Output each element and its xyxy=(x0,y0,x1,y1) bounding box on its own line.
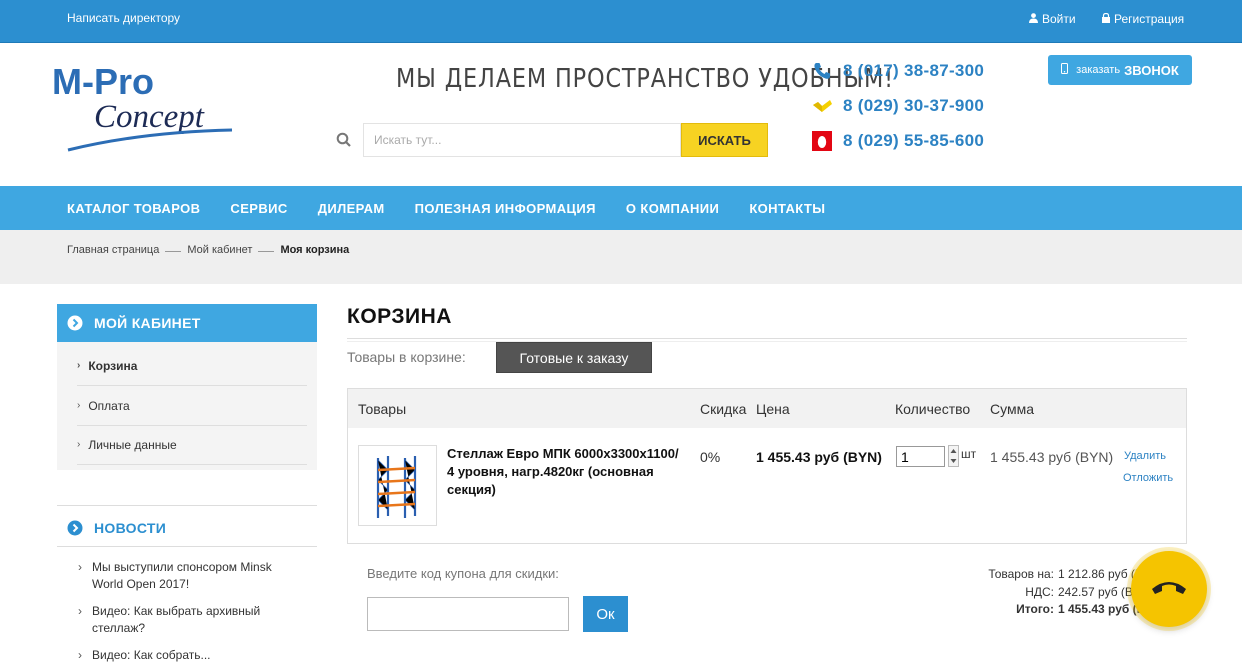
logo-text-top: M-Pro xyxy=(52,61,154,102)
product-sum: 1 455.43 руб (BYN) xyxy=(990,449,1114,465)
login-label: Войти xyxy=(1042,12,1076,26)
chevron-right-icon: › xyxy=(77,400,81,411)
breadcrumb-bar: Главная страница Мой кабинет Моя корзина xyxy=(0,230,1242,284)
search-input[interactable] xyxy=(363,123,681,157)
sidebar-item-label: Оплата xyxy=(88,398,130,413)
lock-icon xyxy=(1102,12,1110,26)
breadcrumb-separator xyxy=(258,250,275,252)
order-call-button[interactable]: заказать ЗВОНОК xyxy=(1048,55,1192,85)
search-icon xyxy=(336,132,352,148)
sidebar-item-payment[interactable]: › Оплата xyxy=(77,386,307,426)
order-call-main: ЗВОНОК xyxy=(1124,62,1179,78)
nav-about[interactable]: О КОМПАНИИ xyxy=(626,201,719,216)
news-item[interactable]: Видео: Как выбрать архивный стеллаж? xyxy=(78,603,292,637)
col-header-items: Товары xyxy=(358,401,407,417)
divider xyxy=(347,341,1187,342)
user-icon xyxy=(1029,13,1038,26)
phone-number-3[interactable]: 8 (029) 55-85-600 xyxy=(843,131,984,151)
circle-arrow-icon xyxy=(67,520,83,536)
postpone-link[interactable]: Отложить xyxy=(1123,472,1173,484)
breadcrumb-home[interactable]: Главная страница xyxy=(67,244,159,256)
col-header-sum: Сумма xyxy=(990,401,1034,417)
phone-row-2: 8 (029) 30-37-900 xyxy=(812,94,984,118)
divider xyxy=(347,338,1187,339)
in-cart-label: Товары в корзине: xyxy=(347,349,466,365)
divider xyxy=(57,505,317,506)
phone-row-1: 8 (017) 38-87-300 xyxy=(812,59,984,83)
product-thumbnail[interactable] xyxy=(358,445,437,526)
nav-dealers[interactable]: ДИЛЕРАМ xyxy=(318,201,385,216)
sidebar-item-cart[interactable]: › Корзина xyxy=(77,346,307,386)
order-call-prefix: заказать xyxy=(1076,64,1121,76)
circle-arrow-icon xyxy=(67,315,83,331)
totals-total-label: Итого: xyxy=(1016,602,1054,616)
product-name-link[interactable]: Стеллаж Евро МПК 6000x3300x1100/ 4 уровн… xyxy=(447,445,687,499)
cart-totals: Товаров на:1 212.86 руб (BYN) НДС:242.57… xyxy=(960,566,1150,619)
phone-number-1[interactable]: 8 (017) 38-87-300 xyxy=(843,61,984,81)
phone-row-3: 8 (029) 55-85-600 xyxy=(812,129,984,153)
write-director-link[interactable]: Написать директору xyxy=(67,11,180,25)
product-discount: 0% xyxy=(700,449,721,465)
coupon-label: Введите код купона для скидки: xyxy=(367,566,559,581)
sidebar-item-label: Корзина xyxy=(88,358,138,373)
col-header-discount: Скидка xyxy=(700,401,747,417)
cart-table: Товары Скидка Цена Количество Сумма Стел… xyxy=(347,388,1187,544)
chevron-right-icon: › xyxy=(77,360,81,371)
phone-hangup-icon xyxy=(1150,577,1188,602)
sidebar-cabinet-title: МОЙ КАБИНЕТ xyxy=(94,315,201,331)
col-header-qty: Количество xyxy=(895,401,971,417)
delete-link[interactable]: Удалить xyxy=(1124,450,1166,462)
main-nav: КАТАЛОГ ТОВАРОВ СЕРВИС ДИЛЕРАМ ПОЛЕЗНАЯ … xyxy=(0,186,1242,230)
cart-table-header: Товары Скидка Цена Количество Сумма xyxy=(348,389,1186,428)
register-label: Регистрация xyxy=(1114,12,1185,26)
news-header: НОВОСТИ xyxy=(57,510,317,547)
breadcrumb-separator xyxy=(165,250,182,252)
site-logo[interactable]: M-Pro Concept xyxy=(52,60,237,155)
coupon-ok-button[interactable]: Ок xyxy=(583,596,628,632)
tab-ready-to-order[interactable]: Готовые к заказу xyxy=(496,342,652,373)
sidebar-cabinet-header: МОЙ КАБИНЕТ xyxy=(57,304,317,342)
sidebar-item-personal[interactable]: › Личные данные xyxy=(77,425,307,465)
breadcrumb: Главная страница Мой кабинет Моя корзина xyxy=(67,244,349,256)
coupon-input[interactable] xyxy=(367,597,569,631)
breadcrumb-cabinet[interactable]: Мой кабинет xyxy=(187,244,252,256)
totals-vat-label: НДС: xyxy=(1025,584,1054,599)
nav-catalog[interactable]: КАТАЛОГ ТОВАРОВ xyxy=(67,201,200,216)
news-item[interactable]: Видео: Как собрать... xyxy=(78,647,292,664)
sidebar-item-label: Личные данные xyxy=(88,437,177,452)
register-link[interactable]: Регистрация xyxy=(1102,12,1184,26)
login-link[interactable]: Войти xyxy=(1029,12,1076,26)
chevron-right-icon: › xyxy=(77,439,81,450)
sidebar-menu: › Корзина › Оплата › Личные данные xyxy=(57,342,317,470)
top-bar: Написать директору Войти Регистрация xyxy=(0,0,1242,43)
phone-number-2[interactable]: 8 (029) 30-37-900 xyxy=(843,96,984,116)
quantity-stepper[interactable] xyxy=(948,445,959,467)
search-button[interactable]: ИСКАТЬ xyxy=(681,123,768,157)
rack-image xyxy=(376,456,417,518)
quantity-input[interactable] xyxy=(896,446,945,467)
quantity-unit: шт xyxy=(961,447,977,461)
callback-floating-button[interactable] xyxy=(1131,551,1207,627)
nav-service[interactable]: СЕРВИС xyxy=(230,201,287,216)
product-price: 1 455.43 руб (BYN) xyxy=(756,449,882,465)
breadcrumb-current: Моя корзина xyxy=(280,244,350,256)
mts-icon xyxy=(812,131,832,151)
mobile-icon xyxy=(1061,63,1069,77)
news-title: НОВОСТИ xyxy=(94,520,167,536)
nav-useful-info[interactable]: ПОЛЕЗНАЯ ИНФОРМАЦИЯ xyxy=(415,201,596,216)
nav-contacts[interactable]: КОНТАКТЫ xyxy=(749,201,825,216)
col-header-price: Цена xyxy=(756,401,790,417)
totals-goods-label: Товаров на: xyxy=(988,567,1054,581)
page-title: КОРЗИНА xyxy=(347,305,452,328)
news-item[interactable]: Мы выступили спонсором Minsk World Open … xyxy=(78,559,292,593)
phone-handset-icon xyxy=(812,61,832,81)
logo-text-bottom: Concept xyxy=(94,99,205,135)
velcom-icon xyxy=(812,96,832,116)
